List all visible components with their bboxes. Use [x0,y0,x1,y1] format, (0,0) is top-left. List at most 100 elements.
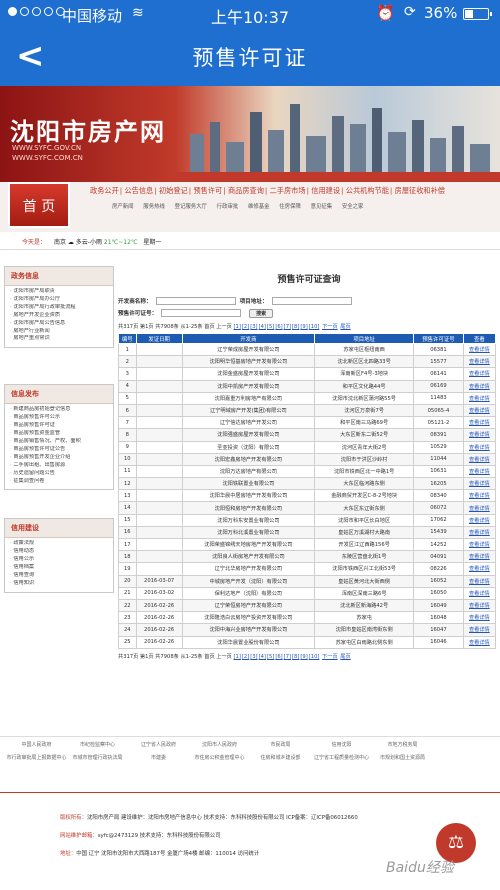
view-details-link[interactable]: 查看详情 [462,342,497,357]
submenu-item-service-hall[interactable]: 登记服务大厅 [175,204,207,210]
pager-last-link-bottom[interactable]: 尾页 [340,654,350,660]
credit-item[interactable]: 信用动态 [10,548,108,556]
footer-link[interactable]: 市城市管理行政执法局 [67,754,128,761]
pager-page-link[interactable]: [10] [309,654,320,660]
pager-page-link[interactable]: [1] [234,324,241,330]
view-details-link[interactable]: 查看详情 [462,477,497,491]
developer-input[interactable] [155,297,236,305]
pager-page-link[interactable]: [7] [284,654,291,660]
view-details-link[interactable]: 查看详情 [462,586,497,600]
pager-page-link[interactable]: [9] [300,654,307,660]
pager-page-link[interactable]: [1] [234,654,241,660]
pager-page-link[interactable]: [6] [275,654,282,660]
gov-info-item[interactable]: 沈阳市房产局办公厅 [10,296,108,304]
credit-item[interactable]: 信用知识 [10,580,108,588]
view-details-link[interactable]: 查看详情 [462,489,497,503]
menu-item-energy-saving[interactable]: 公共机构节能 [346,186,389,195]
gov-info-item[interactable]: 房地产行业新闻 [10,328,108,336]
menu-item-credit[interactable]: 信用建设 [311,186,340,195]
footer-link[interactable]: 中国人民政府 [6,741,67,748]
footer-link[interactable]: 沈阳市人民政府 [189,741,250,748]
footer-link[interactable]: 市建委 [128,754,189,761]
submenu-item-approval[interactable]: 行政审批 [217,204,239,210]
view-details-link[interactable]: 查看详情 [462,501,497,515]
info-release-item[interactable]: 商品房预售许可公示 [10,414,108,422]
view-details-link[interactable]: 查看详情 [462,428,497,442]
view-details-link[interactable]: 查看详情 [462,440,497,454]
menu-item-initial-registration[interactable]: 初始登记 [159,186,188,195]
submenu-item-opinion[interactable]: 意见征集 [311,204,333,210]
view-details-link[interactable]: 查看详情 [462,611,497,625]
pager-page-link[interactable]: [3] [250,654,257,660]
pager-page-link[interactable]: [2] [242,324,249,330]
submenu-item-hotline[interactable]: 服务热线 [143,204,165,210]
view-details-link[interactable]: 查看详情 [462,452,497,466]
menu-item-announcements[interactable]: 公告信息 [124,186,153,195]
menu-item-expropriation[interactable]: 房屋征收和补偿 [395,186,445,195]
view-details-link[interactable]: 查看详情 [462,513,497,527]
footer-link[interactable]: 信用沈阳 [311,741,372,748]
view-details-link[interactable]: 查看详情 [462,355,497,369]
view-details-link[interactable]: 查看详情 [462,623,497,637]
footer-link[interactable]: 市规划和国土资源局 [372,754,433,761]
info-release-item[interactable]: 新建商品房初始登记信息 [10,406,108,414]
view-details-link[interactable]: 查看详情 [462,403,497,418]
pager-last-link[interactable]: 尾页 [340,324,350,330]
info-release-item[interactable]: 二手房出租、出售房源 [10,462,108,470]
pager-page-link[interactable]: [2] [242,654,249,660]
pager-page-link[interactable]: [5] [267,654,274,660]
submenu-item-maintenance-fund[interactable]: 维修基金 [248,204,270,210]
pager-page-link[interactable]: [10] [309,324,320,330]
pager-next-link[interactable]: 下一页 [322,324,338,330]
view-details-link[interactable]: 查看详情 [462,416,497,430]
credit-item[interactable]: 信用公示 [10,556,108,564]
info-release-item[interactable]: 商品房预售许可证 [10,422,108,430]
pager-page-link[interactable]: [5] [267,324,274,330]
view-details-link[interactable]: 查看详情 [462,525,497,540]
pager-page-link[interactable]: [8] [292,324,299,330]
menu-item-housing-query[interactable]: 商品房查询 [228,186,264,195]
view-details-link[interactable]: 查看详情 [462,598,497,613]
gov-info-item[interactable]: 沈阳市房产局行政审批流程 [10,304,108,312]
footer-link[interactable]: 市纪检监察中心 [67,741,128,748]
info-release-item[interactable]: 商品房销售情况、产权、面积 [10,438,108,446]
menu-item-gov-open[interactable]: 政务公开 [90,186,119,195]
gov-info-item[interactable]: 房地产重点常识 [10,335,108,343]
credit-item[interactable]: 信用查询 [10,572,108,580]
info-release-item[interactable]: 历史遗留问题公告 [10,470,108,478]
pager-page-link[interactable]: [6] [275,324,282,330]
pager-page-link[interactable]: [3] [250,324,257,330]
credit-item[interactable]: 信用档案 [10,564,108,572]
pager-page-link[interactable]: [7] [284,324,291,330]
pager-page-link[interactable]: [4] [259,654,266,660]
submenu-item-news[interactable]: 房产新闻 [112,204,134,210]
gov-info-item[interactable]: 沈阳市房产局职责 [10,288,108,296]
menu-item-second-hand[interactable]: 二手房市场 [270,186,306,195]
menu-item-presale-permit[interactable]: 预售许可 [193,186,222,195]
info-release-item[interactable]: 商品房预售资金监管 [10,430,108,438]
view-details-link[interactable]: 查看详情 [462,550,497,564]
pager-page-link[interactable]: [9] [300,324,307,330]
view-details-link[interactable]: 查看详情 [462,574,497,588]
footer-link[interactable]: 住房和城乡建设部 [250,754,311,761]
footer-link[interactable]: 市民政局 [250,741,311,748]
footer-link[interactable]: 辽宁省工程质量检测中心 [311,754,372,761]
footer-link[interactable] [433,754,494,761]
footer-link[interactable]: 辽宁省人民政府 [128,741,189,748]
pager-next-link-bottom[interactable]: 下一页 [322,654,338,660]
info-release-item[interactable]: 商品房预售许可证公告 [10,446,108,454]
gov-info-item[interactable]: 房地产开发企业资质 [10,312,108,320]
info-release-item[interactable]: 商品房预售开发企业介绍 [10,454,108,462]
view-details-link[interactable]: 查看详情 [462,367,497,381]
footer-link[interactable]: 市地方税务局 [372,741,433,748]
view-details-link[interactable]: 查看详情 [462,391,497,405]
credit-item[interactable]: 政策法规 [10,540,108,548]
project-address-input[interactable] [271,297,352,305]
permit-number-input[interactable] [161,309,242,317]
info-release-item[interactable]: 征集调查问卷 [10,478,108,486]
pager-page-link[interactable]: [4] [259,324,266,330]
gov-info-item[interactable]: 沈阳市房产局公告信息 [10,320,108,328]
footer-link[interactable]: 市行政审批局上报数据中心 [6,754,67,761]
view-details-link[interactable]: 查看详情 [462,464,497,479]
submenu-item-housing-security[interactable]: 住房保障 [279,204,301,210]
